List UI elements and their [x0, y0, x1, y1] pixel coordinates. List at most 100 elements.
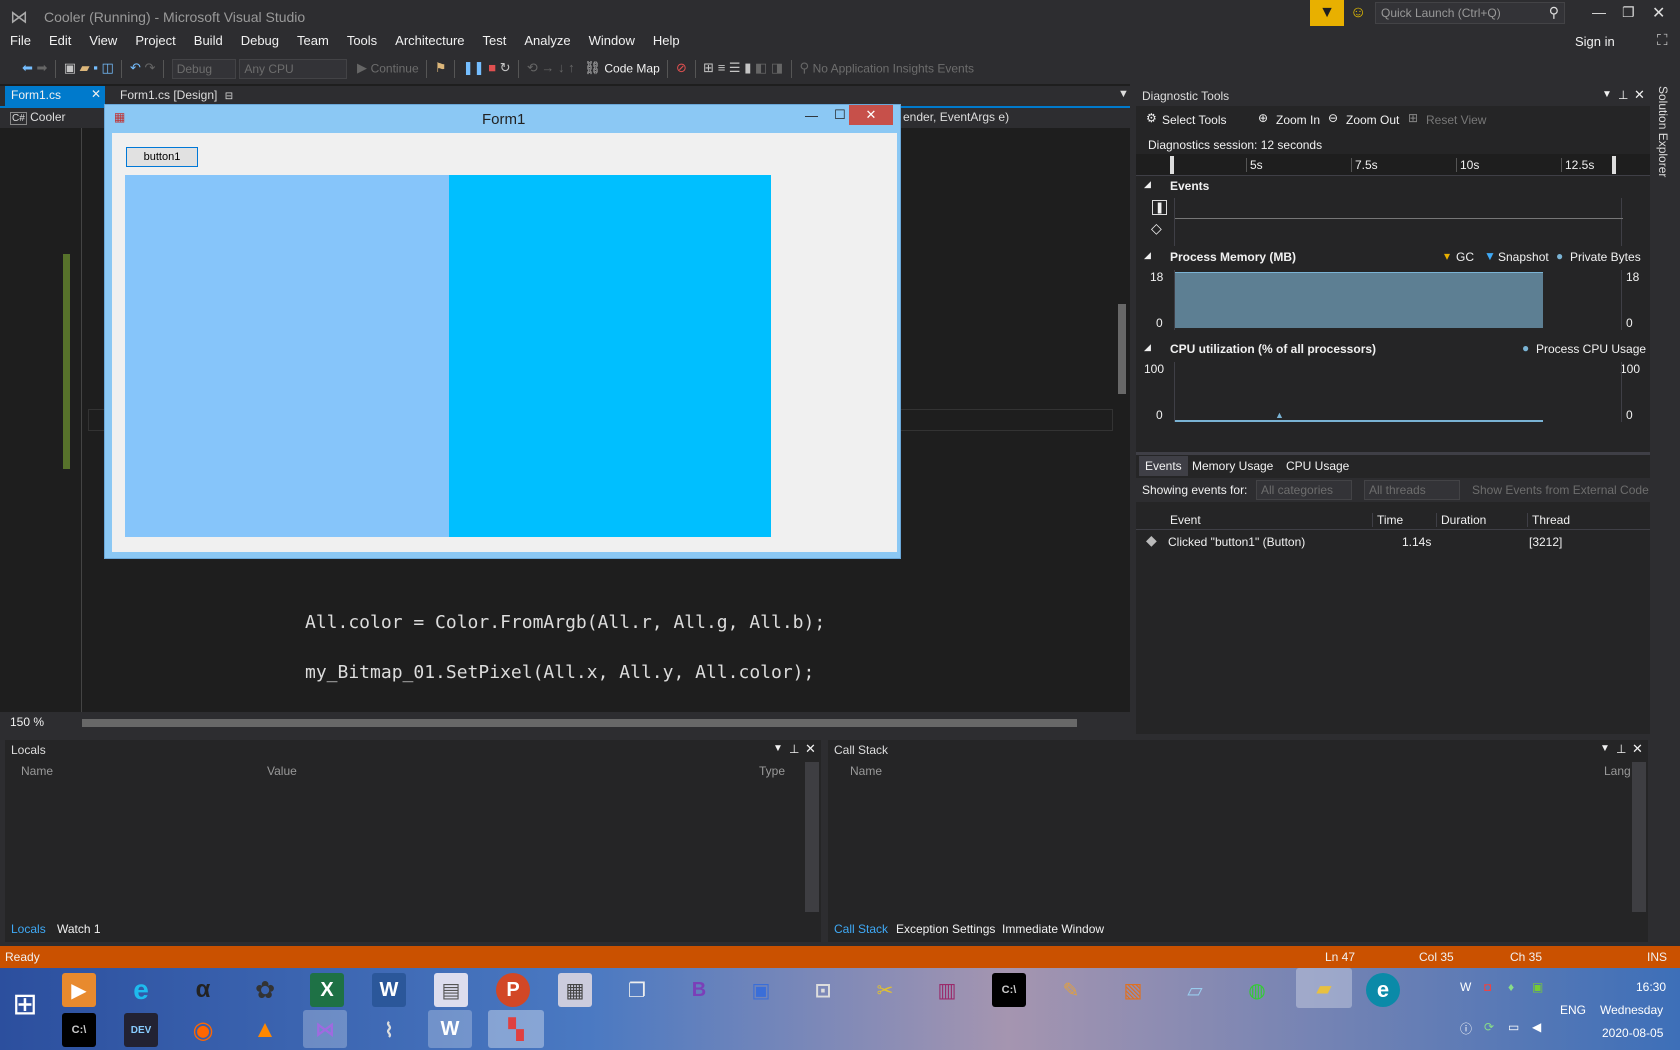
calculator-icon[interactable]: ▦ [558, 973, 592, 1007]
column-lang[interactable]: Lang [1604, 764, 1631, 778]
edge-icon[interactable]: e [1366, 973, 1400, 1007]
pin-icon[interactable]: ⊟ [225, 91, 233, 102]
tray-nvidia-icon[interactable]: ▣ [1532, 980, 1543, 994]
notification-filter-icon[interactable]: ▼ [1310, 0, 1344, 26]
solution-config-select[interactable]: Debug [171, 59, 236, 79]
menu-help[interactable]: Help [644, 30, 689, 48]
redo-icon[interactable]: ↷ [145, 60, 156, 76]
visual-basic-icon[interactable]: B [682, 973, 716, 1007]
tray-sync-icon[interactable]: ⟳ [1484, 1020, 1494, 1034]
powerpoint-icon[interactable]: P [496, 973, 530, 1007]
table-row[interactable]: ◆ Clicked "button1" (Button) 1.14s [3212… [1136, 532, 1650, 552]
uncomment-icon[interactable]: ☰ [729, 60, 741, 76]
platform-select[interactable]: Any CPU [239, 59, 348, 79]
bookmark-next-icon[interactable]: ◨ [771, 60, 783, 76]
menu-build[interactable]: Build [185, 30, 232, 48]
clock-day[interactable]: Wednesday [1600, 1003, 1663, 1017]
collapse-icon[interactable]: ◢ [1144, 179, 1151, 190]
tab-events[interactable]: Events [1139, 456, 1188, 476]
form-maximize-icon[interactable]: ☐ [834, 107, 846, 123]
cooler-app-running-icon[interactable]: ▚ [488, 1010, 544, 1048]
code-map-icon[interactable]: ⛓ [584, 60, 601, 76]
menu-team[interactable]: Team [288, 30, 338, 48]
timeline-start-marker[interactable] [1170, 156, 1174, 174]
close-icon[interactable]: ✕ [1634, 87, 1645, 103]
collapse-icon[interactable]: ◢ [1144, 250, 1151, 261]
media-player-icon[interactable]: ▶ [62, 973, 96, 1007]
wps-icon[interactable]: W [428, 1010, 472, 1048]
comment-icon[interactable]: ≡ [718, 60, 726, 75]
word-icon[interactable]: W [372, 973, 406, 1007]
close-icon[interactable]: ✕ [1652, 3, 1665, 23]
button1[interactable]: button1 [126, 147, 198, 167]
break-all-icon[interactable]: ❚❚ [463, 60, 485, 76]
restore-icon[interactable]: ❐ [1622, 4, 1635, 21]
account-icon[interactable]: ⛶ [1657, 32, 1668, 49]
menu-window[interactable]: Window [580, 30, 644, 48]
form-close-button[interactable]: ✕ [849, 105, 893, 125]
insights-icon[interactable]: ⚲ [799, 60, 809, 76]
code-line[interactable]: my_Bitmap_01.SetPixel(All.x, All.y, All.… [305, 662, 814, 683]
pin-icon[interactable]: ⊥ [1616, 742, 1626, 756]
collapse-icon[interactable]: ◢ [1144, 342, 1151, 353]
excel-icon[interactable]: X [310, 973, 344, 1007]
save-icon[interactable]: ▪ [93, 60, 98, 75]
menu-analyze[interactable]: Analyze [515, 30, 579, 48]
tools-icon[interactable]: ✂ [868, 973, 902, 1007]
menu-test[interactable]: Test [474, 30, 516, 48]
category-filter-select[interactable]: All categories [1256, 480, 1352, 500]
locals-scrollbar[interactable] [805, 762, 819, 912]
form-minimize-icon[interactable]: — [805, 108, 818, 123]
column-thread[interactable]: Thread [1527, 513, 1570, 527]
zoom-in-icon[interactable]: ⊕ [1258, 111, 1268, 125]
layout-icon[interactable]: ⊞ [703, 60, 714, 76]
panel-options-icon[interactable]: ▼ [1602, 89, 1612, 100]
network-icon[interactable]: ⊡ [806, 973, 840, 1007]
process-icon[interactable]: ⚑ [435, 60, 447, 76]
tab-overflow-icon[interactable]: ▼ [1118, 88, 1129, 100]
command-prompt-icon[interactable]: C:\ [992, 973, 1026, 1007]
events-section-header[interactable]: ◢ Events [1136, 178, 1650, 196]
step-over-icon[interactable]: ↓ [558, 60, 565, 75]
timeline-end-marker[interactable] [1612, 156, 1616, 174]
winrar-icon[interactable]: ▥ [930, 973, 964, 1007]
bookmark-prev-icon[interactable]: ◧ [755, 60, 767, 76]
reset-view-button[interactable]: Reset View [1426, 113, 1486, 127]
column-name[interactable]: Name [850, 764, 882, 778]
column-type[interactable]: Type [759, 764, 785, 778]
menu-tools[interactable]: Tools [338, 30, 386, 48]
undo-icon[interactable]: ↶ [130, 60, 141, 76]
external-code-toggle[interactable]: Show Events from External Code [1472, 483, 1649, 497]
insights-label[interactable]: No Application Insights Events [813, 61, 974, 75]
open-icon[interactable]: ▰ [80, 60, 90, 76]
film-reel-icon[interactable]: ✿ [248, 973, 282, 1007]
menu-architecture[interactable]: Architecture [386, 30, 473, 48]
dev-cpp-icon[interactable]: DEV [124, 1013, 158, 1047]
restart-icon[interactable]: ↻ [500, 60, 511, 76]
tab-exception-settings[interactable]: Exception Settings [896, 922, 995, 936]
quick-launch-input[interactable]: Quick Launch (Ctrl+Q) ⚲ [1375, 2, 1565, 24]
globe-icon[interactable]: ◍ [1240, 973, 1274, 1007]
step-out-icon[interactable]: ↑ [568, 60, 575, 75]
clock-date[interactable]: 2020-08-05 [1602, 1026, 1663, 1040]
paint-icon[interactable]: ✎ [1054, 973, 1088, 1007]
menu-edit[interactable]: Edit [40, 30, 80, 48]
menu-file[interactable]: File [0, 30, 40, 48]
callstack-scrollbar[interactable] [1632, 762, 1646, 912]
scrollbar-thumb[interactable] [1118, 304, 1126, 394]
tray-network-icon[interactable]: ♦ [1508, 980, 1514, 994]
pin-icon[interactable]: ⊥ [1618, 88, 1628, 102]
step-into-icon[interactable]: → [541, 60, 554, 75]
close-icon[interactable]: ✕ [1632, 741, 1643, 757]
cmd-running-icon[interactable]: C:\ [62, 1013, 96, 1047]
back-icon[interactable]: ⬅ [22, 60, 33, 76]
h-scrollbar-thumb[interactable] [82, 719, 1077, 727]
tray-shield-icon[interactable]: ◘ [1484, 980, 1491, 994]
language-indicator[interactable]: ENG [1560, 1003, 1586, 1017]
column-value[interactable]: Value [267, 764, 297, 778]
zoom-out-icon[interactable]: ⊖ [1328, 111, 1338, 125]
vlc-icon[interactable]: ▲ [248, 1013, 282, 1047]
firefox-icon[interactable]: ◉ [186, 1013, 220, 1047]
tab-locals[interactable]: Locals [11, 922, 46, 936]
tray-volume-icon[interactable]: ◀ [1532, 1020, 1541, 1034]
